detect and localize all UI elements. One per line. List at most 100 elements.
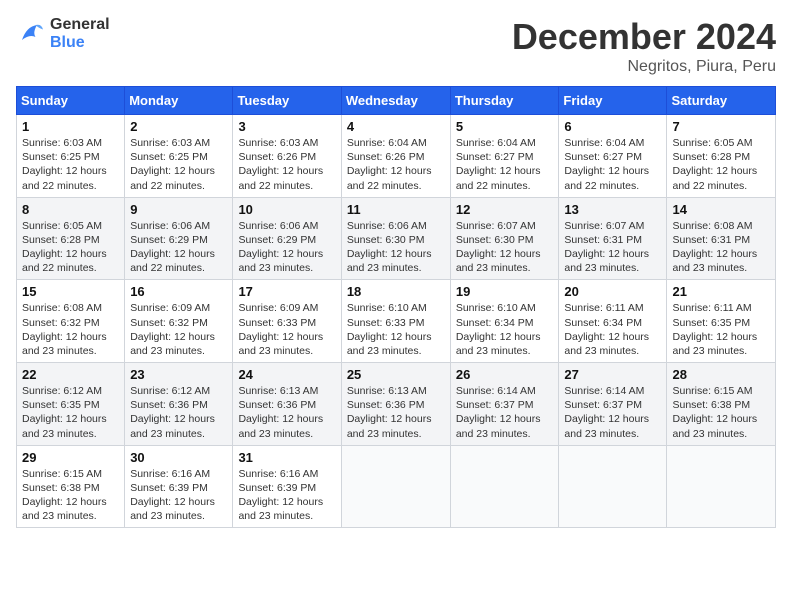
day-info: Sunrise: 6:13 AMSunset: 6:36 PMDaylight:… — [238, 384, 335, 441]
day-header-saturday: Saturday — [667, 87, 776, 115]
calendar-cell: 12Sunrise: 6:07 AMSunset: 6:30 PMDayligh… — [450, 197, 559, 280]
day-number: 5 — [456, 119, 554, 134]
day-number: 12 — [456, 202, 554, 217]
day-info: Sunrise: 6:07 AMSunset: 6:31 PMDaylight:… — [564, 219, 661, 276]
day-header-wednesday: Wednesday — [341, 87, 450, 115]
calendar-cell: 29 Sunrise: 6:15 AMSunset: 6:38 PMDayligh… — [17, 445, 125, 528]
day-info: Sunrise: 6:16 AMSunset: 6:39 PMDaylight:… — [238, 467, 335, 524]
day-number: 11 — [347, 202, 445, 217]
day-number: 15 — [22, 284, 119, 299]
day-number: 27 — [564, 367, 661, 382]
day-header-friday: Friday — [559, 87, 667, 115]
calendar-cell: 30Sunrise: 6:16 AMSunset: 6:39 PMDayligh… — [125, 445, 233, 528]
calendar-week-row: 22Sunrise: 6:12 AMSunset: 6:35 PMDayligh… — [17, 363, 776, 446]
location: Negritos, Piura, Peru — [512, 58, 776, 76]
calendar-cell: 5 Sunrise: 6:04 AMSunset: 6:27 PMDaylight… — [450, 115, 559, 198]
calendar-week-row: 15Sunrise: 6:08 AMSunset: 6:32 PMDayligh… — [17, 280, 776, 363]
day-number: 1 — [22, 119, 119, 134]
calendar-cell: 7Sunrise: 6:05 AMSunset: 6:28 PMDaylight… — [667, 115, 776, 198]
calendar-cell: 6 Sunrise: 6:04 AMSunset: 6:27 PMDaylight… — [559, 115, 667, 198]
day-number: 6 — [564, 119, 661, 134]
day-info: Sunrise: 6:14 AMSunset: 6:37 PMDaylight:… — [564, 384, 661, 441]
day-info: Sunrise: 6:06 AMSunset: 6:29 PMDaylight:… — [238, 219, 335, 276]
day-header-tuesday: Tuesday — [233, 87, 341, 115]
calendar-cell: 15Sunrise: 6:08 AMSunset: 6:32 PMDayligh… — [17, 280, 125, 363]
day-number: 25 — [347, 367, 445, 382]
day-info: Sunrise: 6:06 AMSunset: 6:30 PMDaylight:… — [347, 219, 445, 276]
calendar-cell: 19 Sunrise: 6:10 AMSunset: 6:34 PMDayligh… — [450, 280, 559, 363]
day-info: Sunrise: 6:14 AMSunset: 6:37 PMDaylight:… — [456, 384, 554, 441]
calendar-cell: 4 Sunrise: 6:04 AMSunset: 6:26 PMDaylight… — [341, 115, 450, 198]
day-info: Sunrise: 6:03 AMSunset: 6:26 PMDaylight:… — [238, 136, 335, 193]
calendar-cell: 17 Sunrise: 6:09 AMSunset: 6:33 PMDayligh… — [233, 280, 341, 363]
day-info: Sunrise: 6:04 AMSunset: 6:26 PMDaylight:… — [347, 136, 445, 193]
calendar-cell: 23 Sunrise: 6:12 AMSunset: 6:36 PMDayligh… — [125, 363, 233, 446]
day-header-sunday: Sunday — [17, 87, 125, 115]
calendar-cell: 10 Sunrise: 6:06 AMSunset: 6:29 PMDayligh… — [233, 197, 341, 280]
day-info: Sunrise: 6:12 AMSunset: 6:35 PMDaylight:… — [22, 384, 119, 441]
logo: General Blue — [16, 16, 110, 52]
calendar-body: 1 Sunrise: 6:03 AMSunset: 6:25 PMDaylight… — [17, 115, 776, 528]
calendar-cell: 16Sunrise: 6:09 AMSunset: 6:32 PMDayligh… — [125, 280, 233, 363]
day-number: 23 — [130, 367, 227, 382]
header: General Blue December 2024 Negritos, Piu… — [16, 16, 776, 76]
calendar-week-row: 29 Sunrise: 6:15 AMSunset: 6:38 PMDayligh… — [17, 445, 776, 528]
day-info: Sunrise: 6:05 AMSunset: 6:28 PMDaylight:… — [672, 136, 770, 193]
calendar-cell: 9Sunrise: 6:06 AMSunset: 6:29 PMDaylight… — [125, 197, 233, 280]
day-number: 24 — [238, 367, 335, 382]
day-number: 21 — [672, 284, 770, 299]
calendar-cell: 14Sunrise: 6:08 AMSunset: 6:31 PMDayligh… — [667, 197, 776, 280]
month-title: December 2024 — [512, 16, 776, 58]
calendar-cell: 31 Sunrise: 6:16 AMSunset: 6:39 PMDayligh… — [233, 445, 341, 528]
day-info: Sunrise: 6:11 AMSunset: 6:35 PMDaylight:… — [672, 301, 770, 358]
calendar-cell: 13 Sunrise: 6:07 AMSunset: 6:31 PMDayligh… — [559, 197, 667, 280]
day-number: 16 — [130, 284, 227, 299]
calendar-cell — [341, 445, 450, 528]
day-info: Sunrise: 6:15 AMSunset: 6:38 PMDaylight:… — [22, 467, 119, 524]
day-info: Sunrise: 6:03 AMSunset: 6:25 PMDaylight:… — [22, 136, 119, 193]
day-info: Sunrise: 6:10 AMSunset: 6:34 PMDaylight:… — [456, 301, 554, 358]
day-header-monday: Monday — [125, 87, 233, 115]
day-info: Sunrise: 6:04 AMSunset: 6:27 PMDaylight:… — [564, 136, 661, 193]
day-number: 8 — [22, 202, 119, 217]
day-number: 28 — [672, 367, 770, 382]
calendar-table: SundayMondayTuesdayWednesdayThursdayFrid… — [16, 86, 776, 528]
calendar-cell: 25 Sunrise: 6:13 AMSunset: 6:36 PMDayligh… — [341, 363, 450, 446]
day-number: 3 — [238, 119, 335, 134]
day-info: Sunrise: 6:10 AMSunset: 6:33 PMDaylight:… — [347, 301, 445, 358]
day-info: Sunrise: 6:04 AMSunset: 6:27 PMDaylight:… — [456, 136, 554, 193]
day-number: 29 — [22, 450, 119, 465]
calendar-week-row: 8 Sunrise: 6:05 AMSunset: 6:28 PMDaylight… — [17, 197, 776, 280]
logo-icon — [16, 19, 46, 49]
calendar-header-row: SundayMondayTuesdayWednesdayThursdayFrid… — [17, 87, 776, 115]
calendar-cell — [450, 445, 559, 528]
calendar-cell: 20Sunrise: 6:11 AMSunset: 6:34 PMDayligh… — [559, 280, 667, 363]
day-number: 19 — [456, 284, 554, 299]
day-number: 4 — [347, 119, 445, 134]
day-info: Sunrise: 6:03 AMSunset: 6:25 PMDaylight:… — [130, 136, 227, 193]
calendar-cell: 3 Sunrise: 6:03 AMSunset: 6:26 PMDaylight… — [233, 115, 341, 198]
day-number: 17 — [238, 284, 335, 299]
title-block: December 2024 Negritos, Piura, Peru — [512, 16, 776, 76]
calendar-cell: 28Sunrise: 6:15 AMSunset: 6:38 PMDayligh… — [667, 363, 776, 446]
day-info: Sunrise: 6:09 AMSunset: 6:33 PMDaylight:… — [238, 301, 335, 358]
day-header-thursday: Thursday — [450, 87, 559, 115]
day-info: Sunrise: 6:12 AMSunset: 6:36 PMDaylight:… — [130, 384, 227, 441]
calendar-week-row: 1 Sunrise: 6:03 AMSunset: 6:25 PMDaylight… — [17, 115, 776, 198]
day-number: 10 — [238, 202, 335, 217]
calendar-cell: 21 Sunrise: 6:11 AMSunset: 6:35 PMDayligh… — [667, 280, 776, 363]
calendar-cell — [559, 445, 667, 528]
day-info: Sunrise: 6:05 AMSunset: 6:28 PMDaylight:… — [22, 219, 119, 276]
day-number: 13 — [564, 202, 661, 217]
day-info: Sunrise: 6:13 AMSunset: 6:36 PMDaylight:… — [347, 384, 445, 441]
calendar-cell: 22Sunrise: 6:12 AMSunset: 6:35 PMDayligh… — [17, 363, 125, 446]
logo-text: General Blue — [50, 16, 110, 52]
calendar-cell: 18Sunrise: 6:10 AMSunset: 6:33 PMDayligh… — [341, 280, 450, 363]
calendar-cell — [667, 445, 776, 528]
day-number: 2 — [130, 119, 227, 134]
day-number: 31 — [238, 450, 335, 465]
day-number: 26 — [456, 367, 554, 382]
day-number: 20 — [564, 284, 661, 299]
day-number: 14 — [672, 202, 770, 217]
day-info: Sunrise: 6:16 AMSunset: 6:39 PMDaylight:… — [130, 467, 227, 524]
